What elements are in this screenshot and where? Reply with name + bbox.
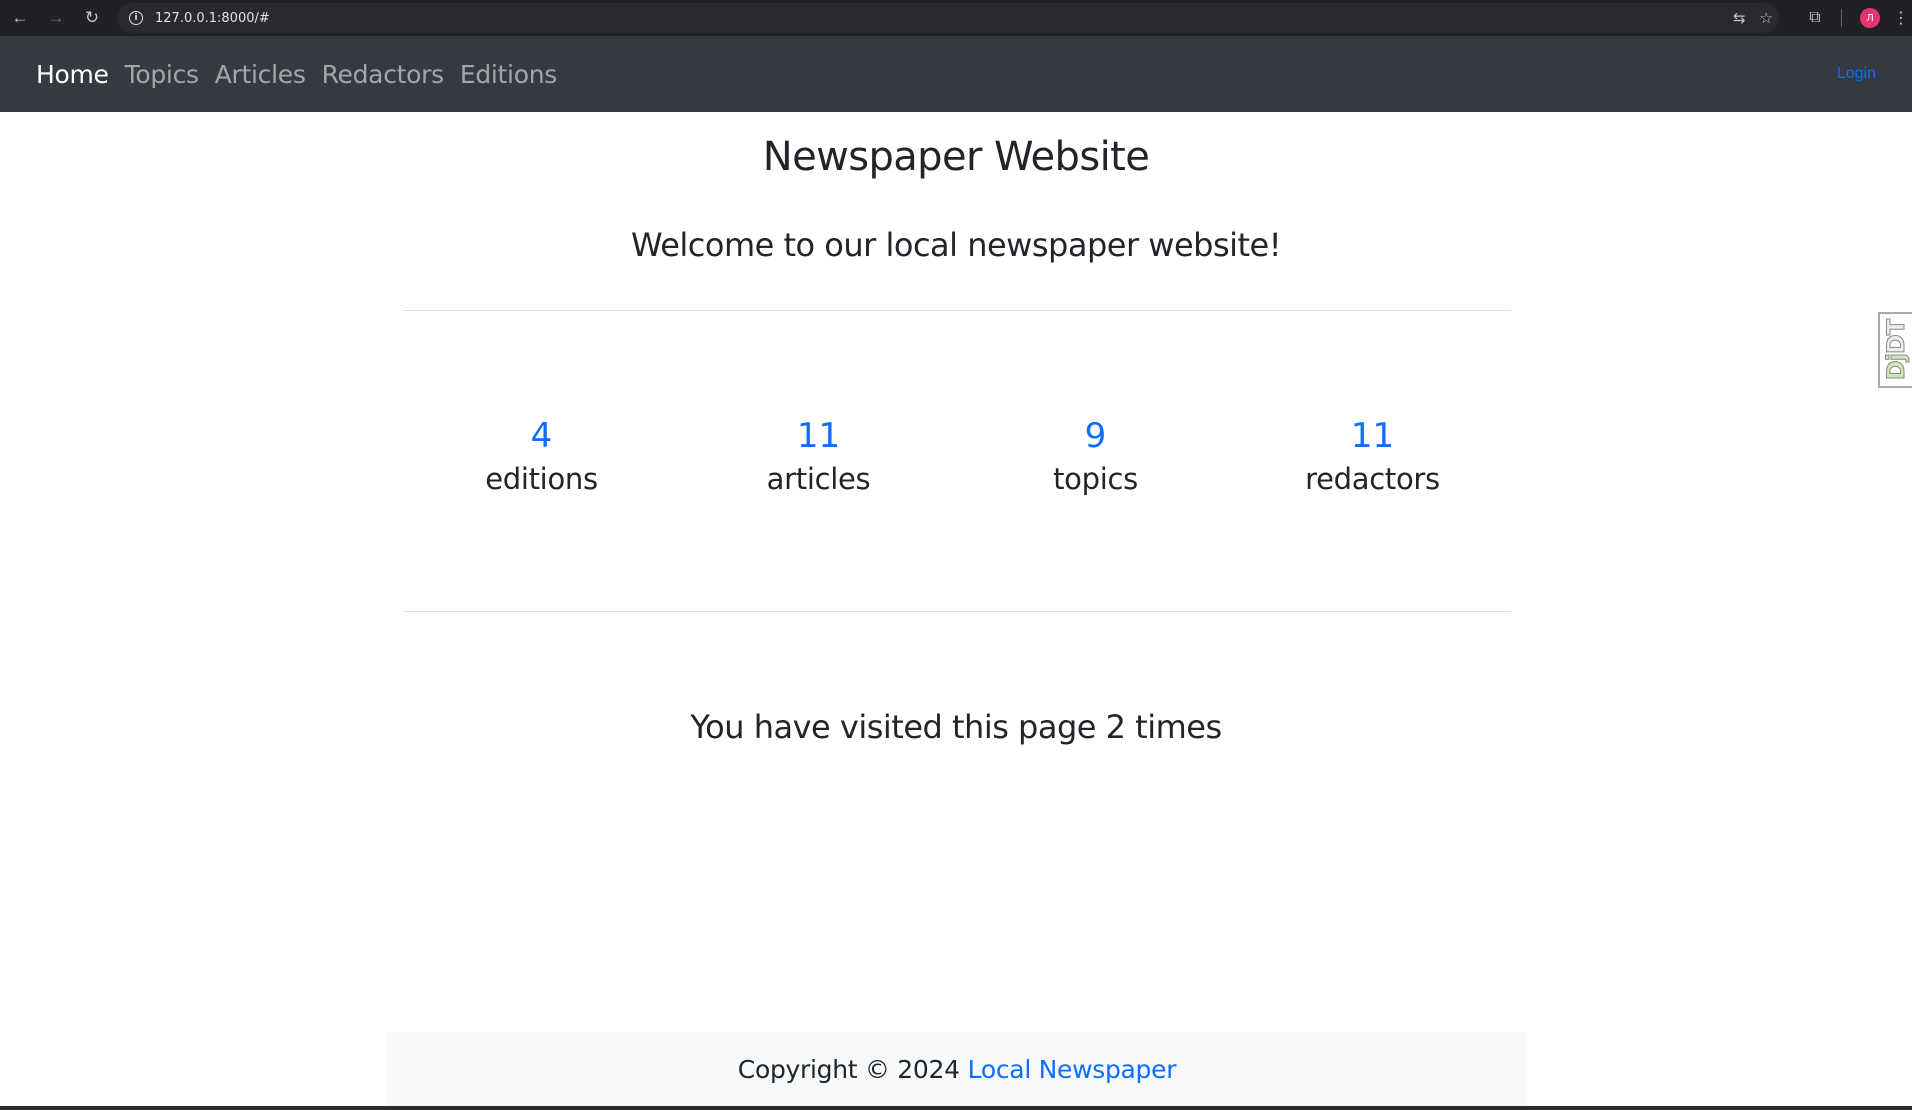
browser-toolbar: ← → ↻ i 127.0.0.1:8000/# ⇆ ☆ ⧉ Л ⋮: [0, 0, 1912, 36]
nav-link-redactors[interactable]: Redactors: [314, 60, 452, 89]
stat-label: articles: [766, 462, 871, 496]
browser-menu-icon[interactable]: ⋮: [1890, 8, 1912, 28]
extensions-icon[interactable]: ⧉: [1797, 9, 1833, 27]
stat-label: editions: [485, 462, 598, 496]
stats-row: 4 editions 11 articles 9 topics 11 redac…: [403, 412, 1511, 522]
address-bar[interactable]: i 127.0.0.1:8000/# ⇆ ☆: [117, 3, 1779, 33]
reload-icon[interactable]: ↻: [74, 0, 110, 36]
stat-label: topics: [1053, 462, 1138, 496]
window-bottom-edge: [0, 1106, 1912, 1110]
translate-icon[interactable]: ⇆: [1733, 9, 1746, 27]
toolbar-divider: [1841, 9, 1842, 27]
debug-toolbar-logo: DjDT: [1882, 319, 1911, 381]
site-info-icon[interactable]: i: [121, 3, 151, 33]
footer-site-link[interactable]: Local Newspaper: [968, 1055, 1177, 1084]
bookmark-star-icon[interactable]: ☆: [1760, 9, 1773, 27]
nav-link-editions[interactable]: Editions: [452, 60, 565, 89]
nav-link-topics[interactable]: Topics: [117, 60, 207, 89]
nav-links: Home Topics Articles Redactors Editions: [28, 36, 565, 112]
footer: Copyright © 2024 Local Newspaper: [387, 1032, 1527, 1106]
copyright-text: Copyright © 2024: [737, 1054, 960, 1084]
nav-link-home[interactable]: Home: [28, 60, 117, 89]
login-link[interactable]: Login: [1837, 36, 1876, 112]
stat-value: 4: [530, 416, 553, 456]
profile-avatar[interactable]: Л: [1860, 8, 1880, 28]
forward-arrow-icon[interactable]: →: [38, 0, 74, 36]
site-navbar: Home Topics Articles Redactors Editions …: [0, 36, 1912, 112]
nav-link-articles[interactable]: Articles: [207, 60, 314, 89]
stat-redactors: 11 redactors: [1234, 412, 1511, 496]
welcome-heading: Welcome to our local newspaper website!: [630, 226, 1282, 264]
visit-counter: You have visited this page 2 times: [690, 708, 1222, 746]
divider-bottom: [403, 611, 1511, 612]
stat-value: 9: [1084, 416, 1107, 456]
stat-value: 11: [1350, 416, 1395, 456]
stat-articles: 11 articles: [680, 412, 957, 496]
stat-value: 11: [796, 416, 841, 456]
debug-toolbar-handle[interactable]: DjDT: [1878, 312, 1912, 388]
stat-editions: 4 editions: [403, 412, 680, 496]
back-arrow-icon[interactable]: ←: [2, 0, 38, 36]
url-text[interactable]: 127.0.0.1:8000/#: [155, 11, 270, 26]
page-title: Newspaper Website: [762, 134, 1150, 180]
stat-topics: 9 topics: [957, 412, 1234, 496]
divider-top: [403, 310, 1511, 311]
stat-label: redactors: [1305, 462, 1440, 496]
